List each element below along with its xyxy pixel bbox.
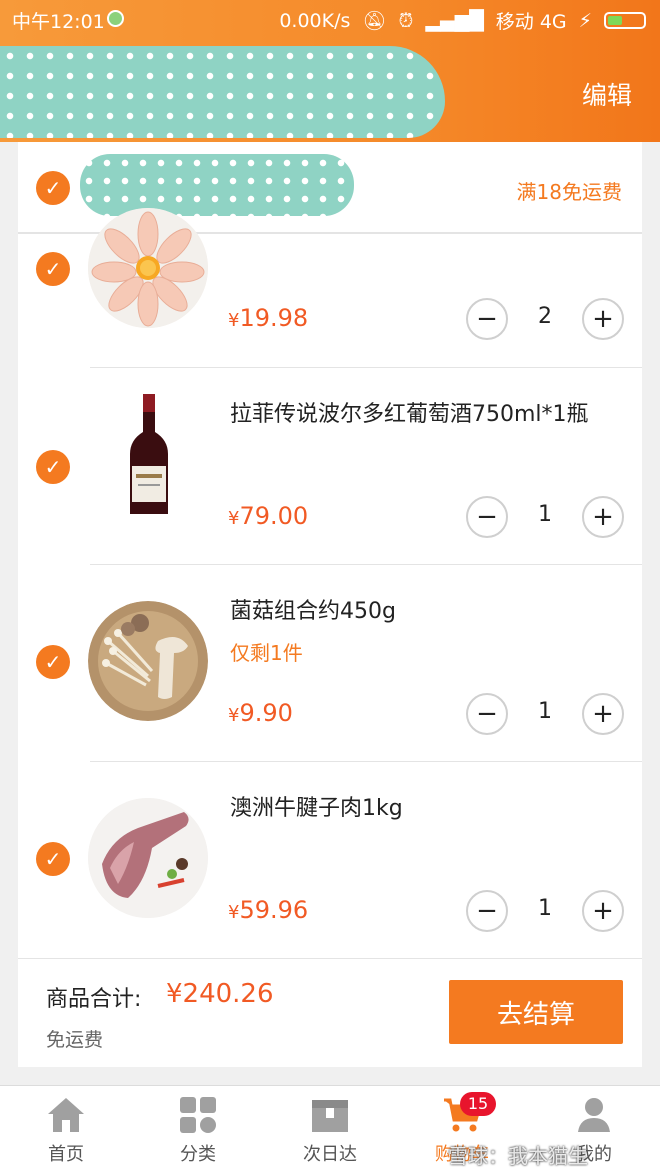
tab-home[interactable]: 首页: [16, 1096, 116, 1166]
cart-item: ✓ 澳洲牛腱子肉1kg ¥59.96 − 1 +: [18, 762, 642, 959]
checkout-button[interactable]: 去结算: [449, 980, 623, 1044]
edit-button[interactable]: 编辑: [582, 76, 632, 112]
item-select-checkbox[interactable]: ✓: [36, 842, 70, 876]
stock-note: 仅剩1件: [230, 641, 303, 665]
quantity-stepper: − 2 +: [466, 298, 624, 340]
quantity-value[interactable]: 1: [508, 699, 582, 724]
redacted-page-title: [0, 46, 445, 138]
quantity-stepper: − 1 +: [466, 693, 624, 735]
cart-count-badge: 15: [460, 1092, 496, 1116]
product-image-chicken-wings[interactable]: [88, 208, 208, 328]
decrease-quantity-button[interactable]: −: [466, 890, 508, 932]
shield-icon: [107, 10, 124, 27]
tab-next-day[interactable]: 次日达: [280, 1096, 380, 1166]
item-price: ¥79.00: [228, 502, 309, 530]
signal-icon: ▂▄▆█: [425, 9, 484, 32]
item-name[interactable]: 拉菲传说波尔多红葡萄酒750ml*1瓶: [230, 398, 620, 432]
grid-icon: [178, 1096, 218, 1134]
watermark: 雪球：我本猫生: [448, 1144, 588, 1168]
increase-quantity-button[interactable]: +: [582, 298, 624, 340]
redacted-store-name: [80, 154, 354, 216]
product-image-wine-bottle[interactable]: [88, 394, 208, 514]
quantity-value[interactable]: 1: [508, 502, 582, 527]
carrier-label: 移动 4G: [495, 11, 567, 33]
cart-item: ✓ ¥19.98 − 2 +: [18, 208, 642, 368]
tab-category[interactable]: 分类: [148, 1096, 248, 1166]
item-name[interactable]: 澳洲牛腱子肉1kg: [230, 792, 620, 826]
tab-label: 次日达: [303, 1144, 357, 1165]
shipping-note: 免运费: [46, 1029, 104, 1051]
store-select-checkbox[interactable]: ✓: [36, 171, 70, 205]
charging-icon: ⚡︎: [578, 9, 592, 32]
tab-label: 首页: [48, 1144, 84, 1165]
home-icon: [46, 1096, 86, 1134]
network-speed: 0.00K/s: [279, 9, 351, 32]
box-icon: [310, 1096, 350, 1134]
item-select-checkbox[interactable]: ✓: [36, 252, 70, 286]
item-name[interactable]: 菌菇组合约450g: [230, 595, 620, 629]
decrease-quantity-button[interactable]: −: [466, 496, 508, 538]
product-image-mushrooms[interactable]: [88, 601, 208, 721]
increase-quantity-button[interactable]: +: [582, 890, 624, 932]
item-price: ¥9.90: [228, 699, 293, 727]
increase-quantity-button[interactable]: +: [582, 496, 624, 538]
total-label: 商品合计:: [46, 987, 142, 1012]
increase-quantity-button[interactable]: +: [582, 693, 624, 735]
item-select-checkbox[interactable]: ✓: [36, 645, 70, 679]
decrease-quantity-button[interactable]: −: [466, 298, 508, 340]
tab-label: 分类: [180, 1144, 216, 1165]
decrease-quantity-button[interactable]: −: [466, 693, 508, 735]
product-image-beef-shank[interactable]: [88, 798, 208, 918]
mute-icon: 🔕︎: [362, 10, 387, 32]
alarm-icon: ⏰︎: [398, 9, 414, 32]
user-icon: [574, 1096, 614, 1134]
quantity-value[interactable]: 2: [508, 304, 582, 329]
item-select-checkbox[interactable]: ✓: [36, 450, 70, 484]
free-shipping-note: 满18免运费: [516, 180, 622, 204]
cart-card: ✓ 满18免运费 ✓ ¥19.98 − 2 + ✓ 拉菲传说波尔多红葡萄酒750…: [18, 142, 642, 1067]
item-price: ¥19.98: [228, 304, 309, 332]
cart-item: ✓ 菌菇组合约450g 仅剩1件 ¥9.90 − 1 +: [18, 565, 642, 762]
quantity-value[interactable]: 1: [508, 896, 582, 921]
cart-summary: 商品合计: ¥240.26 免运费 去结算: [18, 958, 642, 1067]
status-bar: 中午12:01 0.00K/s 🔕︎ ⏰︎ ▂▄▆█ 移动 4G ⚡︎: [0, 0, 660, 38]
item-price: ¥59.96: [228, 896, 309, 924]
quantity-stepper: − 1 +: [466, 496, 624, 538]
battery-icon: [604, 12, 646, 29]
status-time: 中午12:01: [12, 11, 105, 33]
app-header: 中午12:01 0.00K/s 🔕︎ ⏰︎ ▂▄▆█ 移动 4G ⚡︎ 编辑: [0, 0, 660, 142]
total-value: ¥240.26: [166, 979, 274, 1009]
cart-item: ✓ 拉菲传说波尔多红葡萄酒750ml*1瓶 ¥79.00 − 1 +: [18, 368, 642, 565]
quantity-stepper: − 1 +: [466, 890, 624, 932]
